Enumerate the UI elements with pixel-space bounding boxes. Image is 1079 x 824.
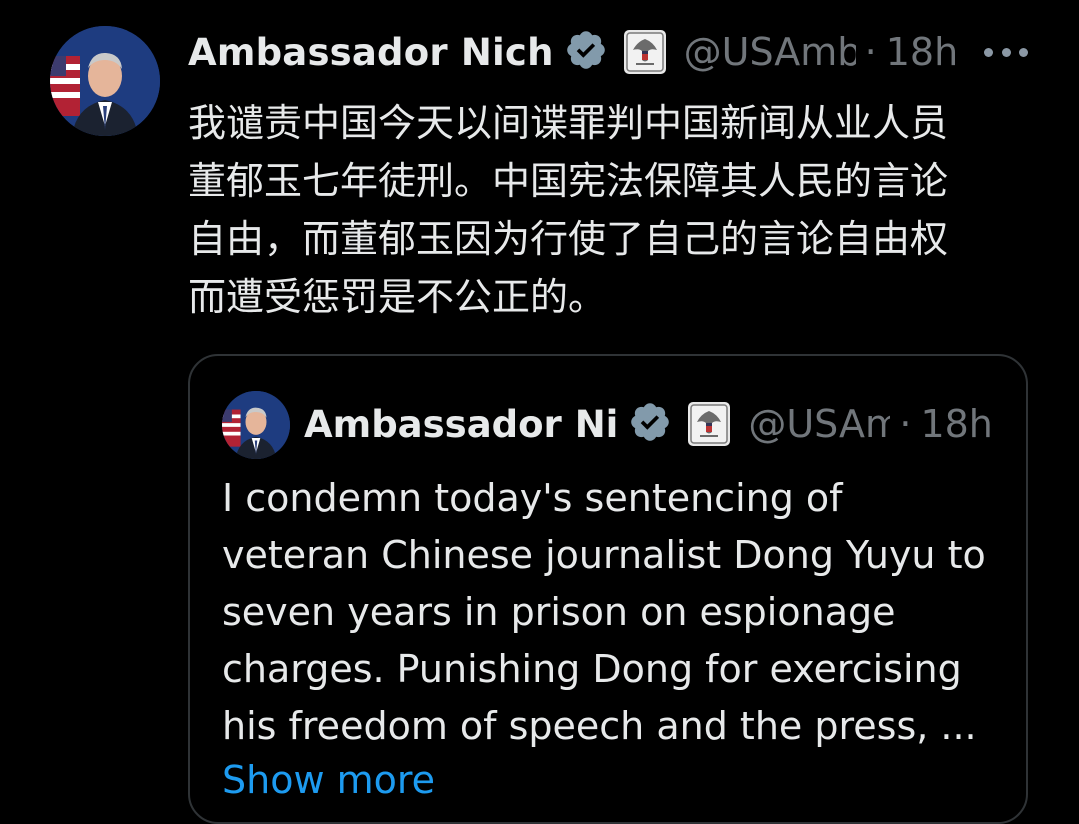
author-handle[interactable]: @USAmb: [684, 30, 856, 74]
avatar-portrait-image: [222, 391, 290, 459]
quoted-author-avatar[interactable]: [222, 391, 290, 459]
author-name[interactable]: Ambassador Nich: [188, 31, 554, 74]
quoted-author-name[interactable]: Ambassador Ni: [304, 403, 618, 446]
separator-dot: ·: [864, 30, 877, 74]
tweet-text: 我谴责中国今天以间谍罪判中国新闻从业人员 董郁玉七年徒刑。中国宪法保障其人民的言…: [188, 101, 949, 319]
quoted-tweet-text: I condemn today's sentencing of veteran …: [222, 476, 986, 748]
us-seal-icon: [688, 402, 731, 446]
more-options-icon[interactable]: [984, 30, 1028, 74]
avatar-portrait-image: [50, 26, 160, 136]
author-avatar[interactable]: [50, 26, 160, 136]
tweet-header: Ambassador Nich @USAmb · 18h: [188, 24, 958, 80]
tweet-timestamp[interactable]: 18h: [886, 30, 958, 74]
verified-badge-icon[interactable]: [564, 28, 608, 76]
quoted-author-handle[interactable]: @USAm: [748, 402, 890, 446]
quoted-tweet-timestamp[interactable]: 18h: [920, 402, 992, 446]
quoted-tweet-header: Ambassador Ni @USAm · 18h: [304, 396, 993, 452]
verified-badge-icon[interactable]: [628, 400, 672, 448]
show-more-link[interactable]: Show more: [222, 752, 435, 809]
us-seal-icon: [623, 30, 666, 74]
separator-dot: ·: [899, 402, 912, 446]
